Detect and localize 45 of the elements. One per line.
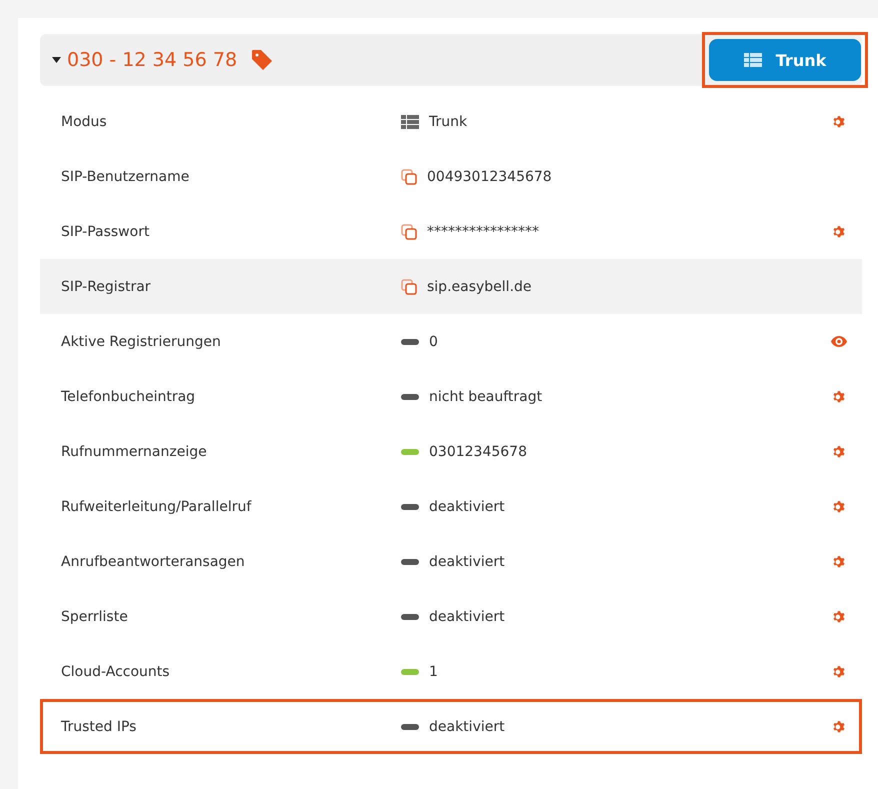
eye-icon[interactable]: [831, 336, 847, 347]
row-value: ****************: [427, 224, 539, 240]
tag-icon[interactable]: [251, 49, 274, 71]
row-value: 1: [429, 664, 438, 680]
settings-icon[interactable]: [832, 720, 846, 734]
phone-number: 030 - 12 34 56 78: [67, 49, 238, 71]
row-value: deaktiviert: [429, 554, 505, 570]
settings-icon[interactable]: [832, 500, 846, 514]
settings-icon[interactable]: [832, 610, 846, 624]
settings-icon[interactable]: [832, 224, 846, 238]
row-label: Modus: [61, 114, 108, 130]
row-label: Trusted IPs: [61, 718, 138, 734]
row-label: Anrufbeantworteransagen: [61, 554, 246, 570]
copy-icon[interactable]: [401, 224, 417, 240]
row-value: deaktiviert: [429, 498, 505, 514]
trunk-button[interactable]: Trunk: [709, 39, 861, 81]
row-label: Sperrliste: [61, 608, 129, 624]
row-label: Rufnummernanzeige: [61, 444, 208, 460]
row-value: Trunk: [429, 114, 468, 130]
row-value: nicht beauftragt: [429, 388, 542, 404]
settings-icon[interactable]: [832, 664, 846, 678]
row-label: Telefonbucheintrag: [61, 388, 196, 404]
copy-icon[interactable]: [401, 278, 417, 294]
settings-icon[interactable]: [832, 114, 846, 128]
row-label: Cloud-Accounts: [61, 664, 171, 680]
server-icon: [744, 53, 762, 67]
row-label: SIP-Benutzername: [61, 168, 190, 184]
caret-icon[interactable]: [52, 57, 61, 63]
row-value: deaktiviert: [429, 718, 505, 734]
row-value: 0: [429, 334, 438, 350]
row-value: deaktiviert: [429, 608, 505, 624]
copy-icon[interactable]: [401, 168, 417, 184]
row-label: SIP-Registrar: [61, 278, 152, 294]
settings-icon[interactable]: [832, 554, 846, 568]
settings-row[interactable]: Trusted IPs deaktiviert: [40, 699, 862, 754]
row-value: sip.easybell.de: [427, 278, 532, 294]
row-label: SIP-Passwort: [61, 224, 150, 240]
row-label: Aktive Registrierungen: [61, 334, 222, 350]
settings-icon[interactable]: [832, 390, 846, 404]
server-icon: [401, 114, 419, 128]
row-value: 03012345678: [429, 444, 527, 460]
row-value: 00493012345678: [427, 168, 552, 184]
row-label: Rufweiterleitung/Parallelruf: [61, 498, 252, 514]
settings-row[interactable]: SIP-Registrar sip.easybell.de: [40, 259, 862, 314]
settings-icon[interactable]: [832, 444, 846, 458]
